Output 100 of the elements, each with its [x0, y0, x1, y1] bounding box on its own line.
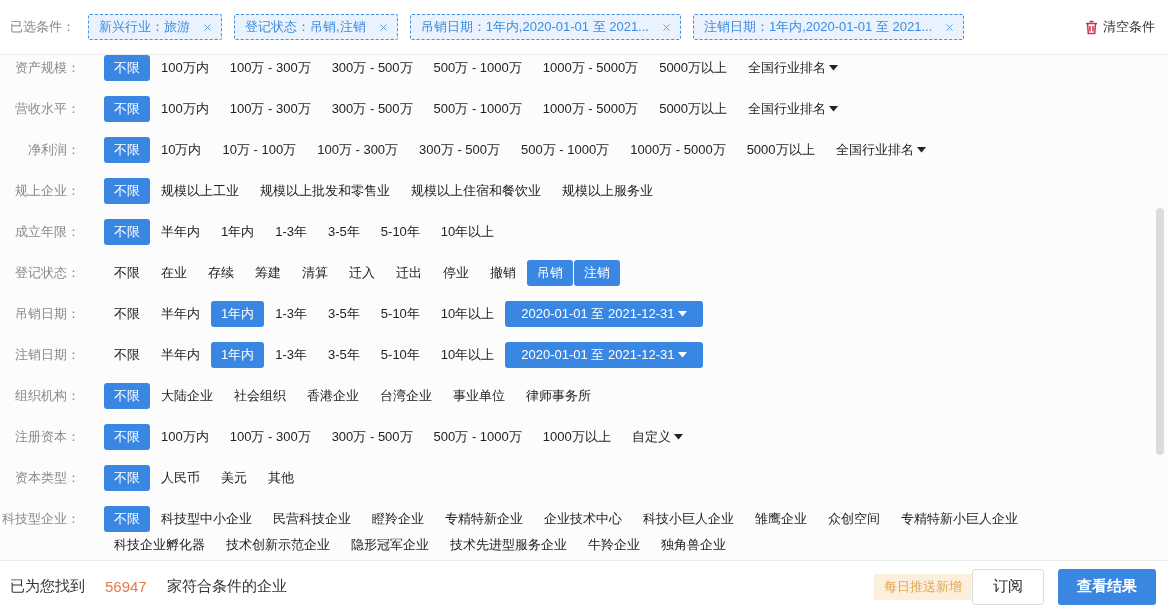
filter-option[interactable]: 1-3年	[265, 301, 318, 327]
filter-option[interactable]: 500万 - 1000万	[423, 424, 532, 450]
filter-option[interactable]: 100万 - 300万	[219, 96, 321, 122]
filter-option[interactable]: 100万内	[151, 424, 219, 450]
filter-option[interactable]: 500万 - 1000万	[423, 96, 532, 122]
filter-option[interactable]: 10万 - 100万	[212, 137, 307, 163]
filter-option[interactable]: 技术先进型服务企业	[440, 532, 577, 558]
filter-option[interactable]: 半年内	[151, 342, 210, 368]
filter-option[interactable]: 1000万以上	[532, 424, 621, 450]
filter-option[interactable]: 不限	[104, 55, 150, 81]
filter-option[interactable]: 迁入	[339, 260, 385, 286]
filter-option[interactable]: 500万 - 1000万	[423, 55, 532, 81]
close-icon[interactable]	[662, 23, 670, 31]
filter-option[interactable]: 不限	[104, 137, 150, 163]
scrollbar[interactable]	[1156, 208, 1164, 455]
filter-option[interactable]: 注销	[574, 260, 620, 286]
filter-option[interactable]: 雏鹰企业	[745, 506, 817, 532]
filter-option[interactable]: 不限	[104, 342, 150, 368]
filter-option[interactable]: 1年内	[211, 342, 265, 368]
filter-option[interactable]: 人民币	[151, 465, 210, 491]
filter-option[interactable]: 专精特新企业	[435, 506, 533, 532]
close-icon[interactable]	[379, 23, 387, 31]
filter-option[interactable]: 1年内	[211, 219, 265, 245]
filter-option[interactable]: 企业技术中心	[534, 506, 632, 532]
filter-option[interactable]: 1年内	[211, 301, 265, 327]
clear-conditions-button[interactable]: 清空条件	[1085, 18, 1155, 36]
filter-option[interactable]: 撤销	[480, 260, 526, 286]
filter-option[interactable]: 规模以上工业	[151, 178, 249, 204]
filter-option[interactable]: 在业	[151, 260, 197, 286]
dropdown-option[interactable]: 全国行业排名	[825, 137, 936, 163]
filter-option[interactable]: 1-3年	[265, 342, 318, 368]
filter-option[interactable]: 科技小巨人企业	[633, 506, 744, 532]
filter-option[interactable]: 5000万以上	[736, 137, 825, 163]
close-icon[interactable]	[204, 23, 211, 31]
filter-option[interactable]: 规模以上批发和零售业	[250, 178, 400, 204]
filter-option[interactable]: 众创空间	[818, 506, 890, 532]
filter-option[interactable]: 1000万 - 5000万	[620, 137, 736, 163]
filter-option[interactable]: 社会组织	[224, 383, 296, 409]
filter-option[interactable]: 美元	[211, 465, 257, 491]
filter-option[interactable]: 100万内	[151, 55, 219, 81]
filter-option[interactable]: 5000万以上	[649, 55, 738, 81]
filter-option[interactable]: 300万 - 500万	[409, 137, 511, 163]
date-range-button[interactable]: 2020-01-01 至 2021-12-31	[505, 342, 703, 368]
filter-option[interactable]: 专精特新小巨人企业	[891, 506, 1028, 532]
filter-option[interactable]: 香港企业	[297, 383, 369, 409]
filter-option[interactable]: 迁出	[386, 260, 432, 286]
filter-option[interactable]: 不限	[104, 465, 150, 491]
filter-option[interactable]: 300万 - 500万	[321, 424, 423, 450]
filter-option[interactable]: 10年以上	[430, 219, 505, 245]
view-results-button[interactable]: 查看结果	[1058, 568, 1156, 605]
filter-option[interactable]: 500万 - 1000万	[511, 137, 620, 163]
filter-option[interactable]: 律师事务所	[516, 383, 601, 409]
filter-option[interactable]: 1-3年	[265, 219, 318, 245]
filter-option[interactable]: 10万内	[151, 137, 212, 163]
filter-option[interactable]: 清算	[292, 260, 338, 286]
filter-option[interactable]: 科技型中小企业	[151, 506, 262, 532]
dropdown-option[interactable]: 自定义	[621, 424, 693, 450]
filter-option[interactable]: 100万 - 300万	[219, 424, 321, 450]
date-range-button[interactable]: 2020-01-01 至 2021-12-31	[505, 301, 703, 327]
subscribe-button[interactable]: 订阅	[972, 568, 1044, 605]
filter-option[interactable]: 1000万 - 5000万	[532, 55, 649, 81]
dropdown-option[interactable]: 全国行业排名	[738, 96, 849, 122]
filter-option[interactable]: 100万 - 300万	[307, 137, 409, 163]
filter-option[interactable]: 事业单位	[443, 383, 515, 409]
filter-option[interactable]: 300万 - 500万	[321, 55, 423, 81]
filter-option[interactable]: 牛羚企业	[578, 532, 650, 558]
filter-option[interactable]: 规模以上住宿和餐饮业	[401, 178, 551, 204]
filter-option[interactable]: 技术创新示范企业	[216, 532, 340, 558]
filter-option[interactable]: 存续	[198, 260, 244, 286]
filter-option[interactable]: 100万内	[151, 96, 219, 122]
filter-option[interactable]: 其他	[258, 465, 304, 491]
filter-option[interactable]: 不限	[104, 260, 150, 286]
filter-option[interactable]: 100万 - 300万	[219, 55, 321, 81]
filter-option[interactable]: 隐形冠军企业	[341, 532, 439, 558]
filter-option[interactable]: 不限	[104, 178, 150, 204]
filter-option[interactable]: 瞪羚企业	[362, 506, 434, 532]
filter-option[interactable]: 科技企业孵化器	[104, 532, 215, 558]
filter-option[interactable]: 3-5年	[318, 301, 370, 327]
dropdown-option[interactable]: 全国行业排名	[738, 55, 849, 81]
filter-option[interactable]: 大陆企业	[151, 383, 223, 409]
filter-option[interactable]: 不限	[104, 506, 150, 532]
filter-option[interactable]: 半年内	[151, 219, 210, 245]
filter-option[interactable]: 不限	[104, 219, 150, 245]
filter-option[interactable]: 10年以上	[430, 342, 505, 368]
filter-option[interactable]: 台湾企业	[370, 383, 442, 409]
filter-option[interactable]: 不限	[104, 383, 150, 409]
filter-option[interactable]: 停业	[433, 260, 479, 286]
filter-option[interactable]: 独角兽企业	[651, 532, 736, 558]
filter-option[interactable]: 5000万以上	[649, 96, 738, 122]
filter-option[interactable]: 3-5年	[318, 342, 370, 368]
close-icon[interactable]	[946, 23, 954, 31]
filter-option[interactable]: 筹建	[245, 260, 291, 286]
filter-option[interactable]: 半年内	[151, 301, 210, 327]
filter-option[interactable]: 5-10年	[370, 301, 430, 327]
filter-option[interactable]: 3-5年	[318, 219, 370, 245]
filter-option[interactable]: 300万 - 500万	[321, 96, 423, 122]
filter-option[interactable]: 不限	[104, 301, 150, 327]
filter-option[interactable]: 规模以上服务业	[552, 178, 663, 204]
filter-option[interactable]: 10年以上	[430, 301, 505, 327]
filter-option[interactable]: 1000万 - 5000万	[532, 96, 649, 122]
